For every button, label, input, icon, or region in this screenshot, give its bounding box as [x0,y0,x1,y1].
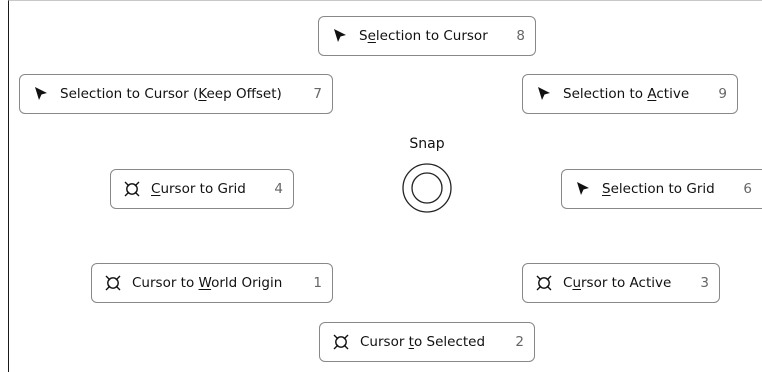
shortcut-key: 2 [515,334,524,350]
pie-center-ring [401,162,453,214]
selection-to-cursor-keep-offset-button[interactable]: Selection to Cursor (Keep Offset) 7 [19,74,333,114]
label-accelerator: S [602,181,611,197]
3d-cursor-icon [123,180,141,198]
cursor-to-active-label: Cursor to Active [563,275,686,291]
label-accelerator: A [647,86,657,102]
label-post: ursor to Grid [160,181,246,197]
shortcut-key: 8 [516,28,525,44]
cursor-arrow-icon [331,27,349,45]
selection-to-grid-label: Selection to Grid [602,181,729,197]
shortcut-key: 7 [313,86,322,102]
label-post: orld Origin [211,275,283,291]
label-post: eep Offset) [206,86,282,102]
cursor-to-selected-button[interactable]: Cursor to Selected 2 [319,322,535,362]
label-post: ctive [656,86,690,102]
cursor-to-world-origin-button[interactable]: Cursor to World Origin 1 [91,263,333,303]
label-accelerator: u [572,275,581,291]
label-post: rsor to Active [581,275,672,291]
cursor-to-world-origin-label: Cursor to World Origin [132,275,299,291]
label-post: lection to Cursor [375,28,488,44]
pie-menu-title: Snap [409,136,445,152]
label-post: election to Grid [610,181,715,197]
cursor-arrow-icon [32,85,50,103]
3d-cursor-icon [104,274,122,292]
3d-cursor-icon [535,274,553,292]
selection-to-active-label: Selection to Active [563,86,704,102]
cursor-to-grid-label: Cursor to Grid [151,181,260,197]
cursor-to-active-button[interactable]: Cursor to Active 3 [522,263,720,303]
pie-center-ring-icon [402,163,452,213]
selection-to-cursor-label: Selection to Cursor [359,28,502,44]
shortcut-key: 4 [274,181,283,197]
shortcut-key: 1 [313,275,322,291]
cursor-arrow-icon [535,85,553,103]
3d-cursor-icon [332,333,350,351]
selection-to-cursor-keep-offset-label: Selection to Cursor (Keep Offset) [60,86,299,102]
label-post: o Selected [413,334,486,350]
label-pre: Selection to Cursor ( [60,86,199,102]
selection-to-cursor-button[interactable]: Selection to Cursor 8 [318,16,536,56]
label-pre: S [359,28,368,44]
label-pre: Cursor [360,334,409,350]
shortcut-key: 6 [743,181,752,197]
label-pre: Cursor to [132,275,199,291]
selection-to-active-button[interactable]: Selection to Active 9 [522,74,738,114]
cursor-arrow-icon [574,180,592,198]
label-accelerator: e [367,28,376,44]
shortcut-key: 3 [700,275,709,291]
shortcut-key: 9 [718,86,727,102]
label-pre: Selection to [563,86,648,102]
cursor-to-grid-button[interactable]: Cursor to Grid 4 [110,169,294,209]
selection-to-grid-button[interactable]: Selection to Grid 6 [561,169,762,209]
cursor-to-selected-label: Cursor to Selected [360,334,501,350]
label-accelerator: W [198,275,212,291]
